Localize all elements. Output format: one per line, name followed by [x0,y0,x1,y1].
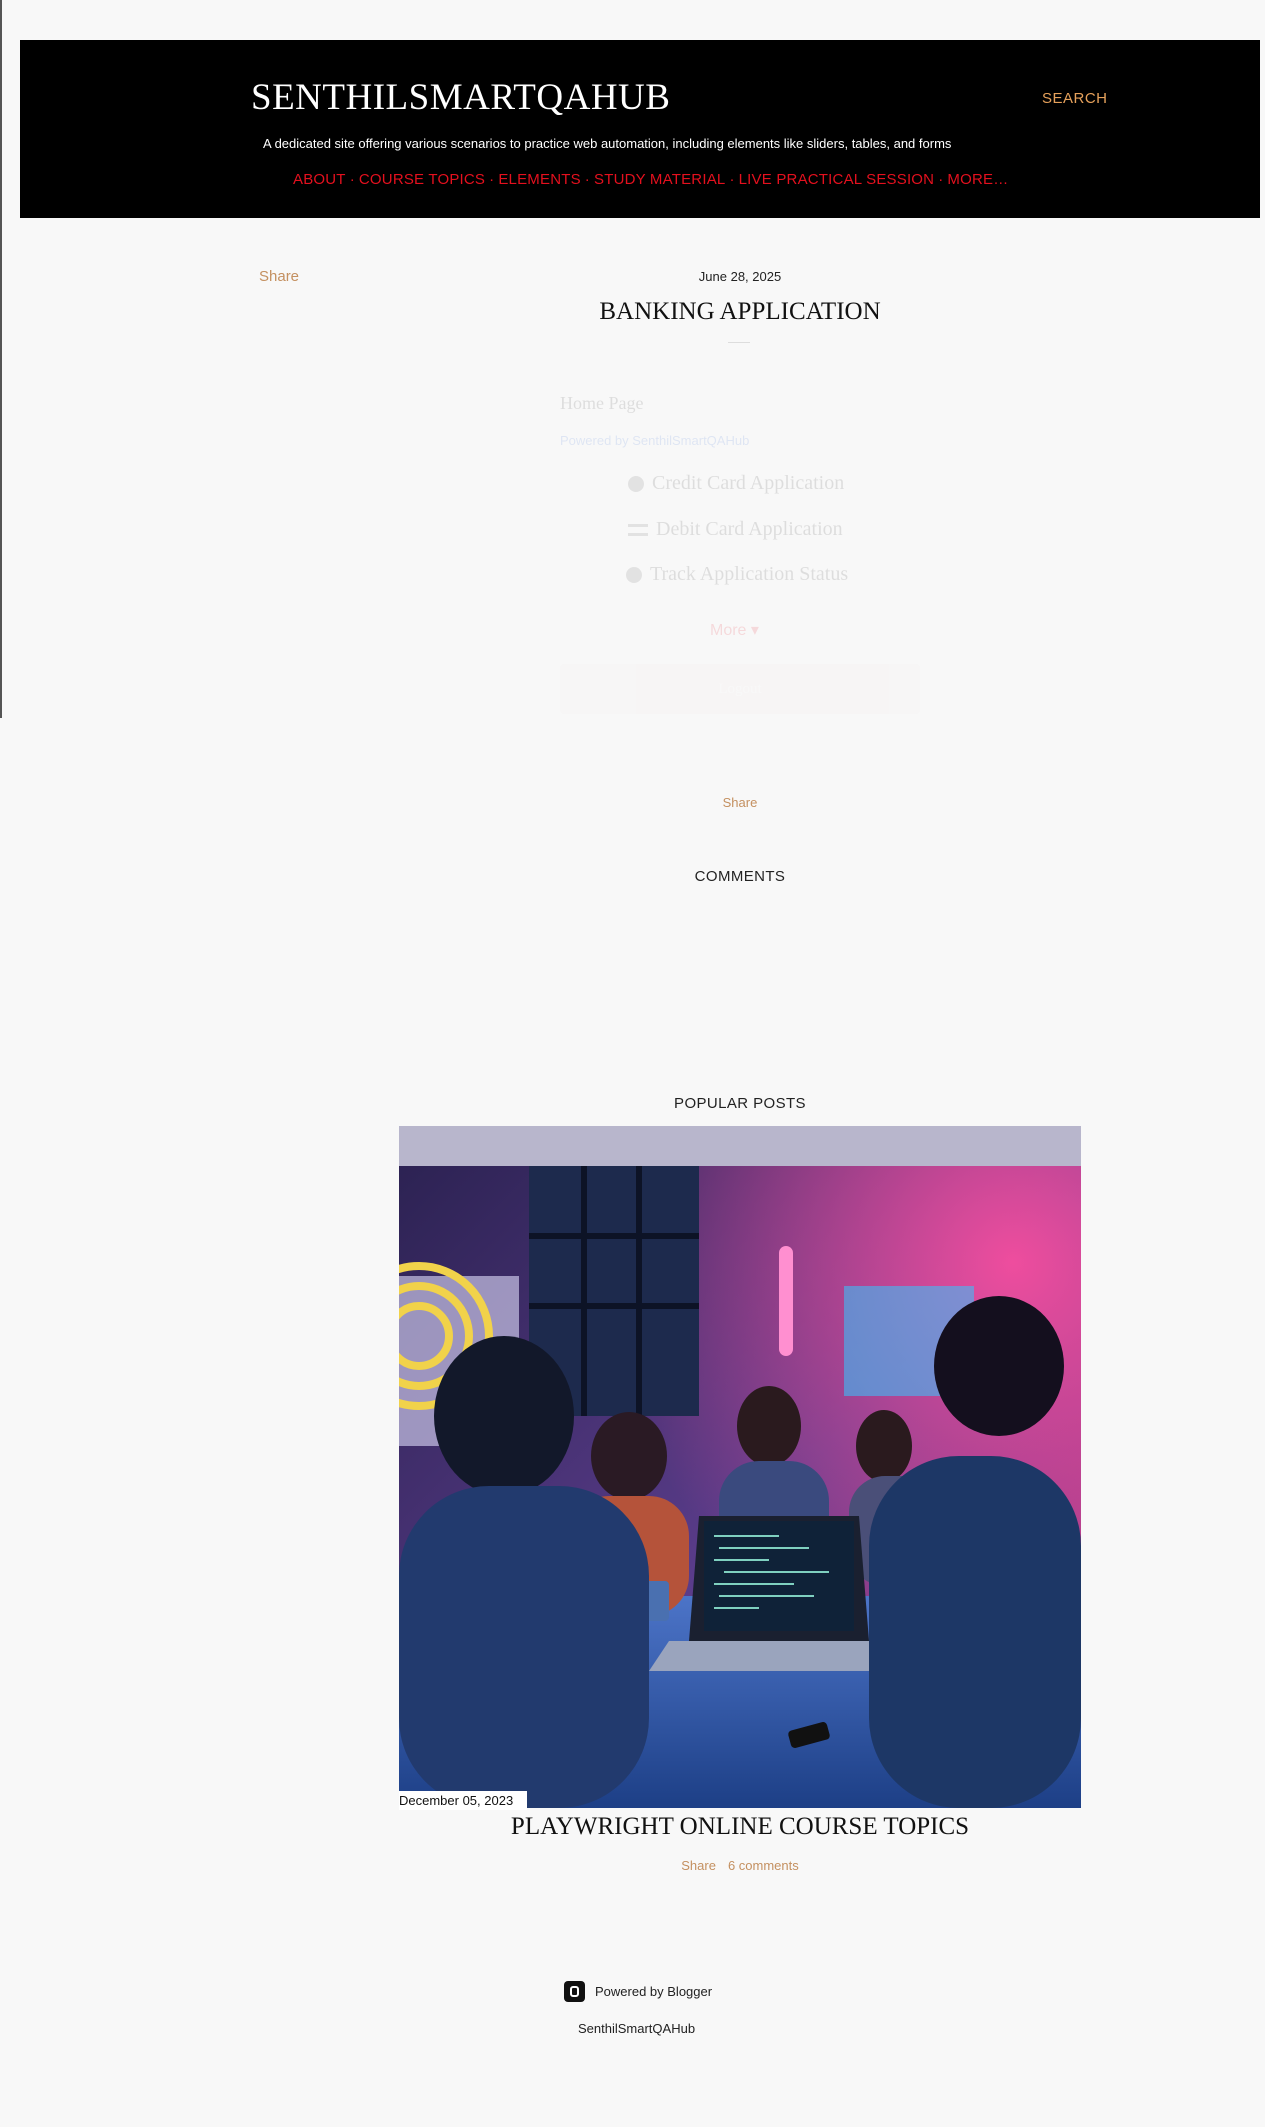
site-title[interactable]: SENTHILSMARTQAHUB [251,76,670,119]
popular-post-title[interactable]: PLAYWRIGHT ONLINE COURSE TOPICS [0,1813,1265,1841]
nav-separator: · [729,171,735,188]
team-meeting-photo [399,1126,1081,1808]
option-label: Track Application Status [650,563,849,585]
popular-posts-heading: POPULAR POSTS [674,1095,806,1112]
popular-post-comments[interactable]: 6 comments [728,1858,799,1873]
site-description: A dedicated site offering various scenar… [263,136,952,151]
post-date: June 28, 2025 [698,269,782,284]
main-nav: ABOUT · COURSE TOPICS · ELEMENTS · STUDY MATER… [293,171,1008,188]
option-label: Debit Card Application [656,518,843,540]
popular-post-image[interactable] [399,1126,1081,1808]
powered-by-label: Powered by Blogger [595,1984,713,1999]
title-divider [728,342,750,343]
nav-item-more[interactable]: MORE… [947,171,1008,188]
card-icon [628,523,648,536]
nav-item-elements[interactable]: ELEMENTS [498,171,580,188]
post-title[interactable]: BANKING APPLICATION [0,298,1265,326]
share-button-bottom[interactable]: Share [0,795,1265,810]
search-button[interactable]: SEARCH [1042,90,1108,107]
debit-card-option[interactable]: Debit Card Application [628,518,843,541]
popular-post-actions: Share 6 comments [0,1858,1265,1873]
nav-separator: · [938,171,944,188]
option-label: Credit Card Application [652,472,845,494]
nav-separator: · [584,171,590,188]
blogger-icon [564,1981,585,2002]
embed-subtitle: Powered by SenthilSmartQAHub [560,433,750,448]
track-status-option[interactable]: Track Application Status [626,563,848,586]
circle-icon [628,475,644,492]
circle-icon [626,566,642,583]
page-left-border [0,0,2,718]
nav-item-live-session[interactable]: LIVE PRACTICAL SESSION [739,171,935,188]
home-page-heading: Home Page [560,393,644,413]
popular-post-date: December 05, 2023 [399,1791,528,1810]
nav-item-study-material[interactable]: STUDY MATERIAL [594,171,725,188]
nav-item-course-topics[interactable]: COURSE TOPICS [359,171,485,188]
popular-post-share[interactable]: Share [681,1858,716,1873]
footer-site-name: SenthilSmartQAHub [578,2021,696,2036]
nav-separator: · [349,171,355,188]
more-dropdown[interactable]: More ▾ [710,620,759,640]
comments-heading: COMMENTS [694,868,786,885]
nav-separator: · [489,171,495,188]
credit-card-option[interactable]: Credit Card Application [628,472,844,495]
nav-item-about[interactable]: ABOUT [293,171,346,188]
site-header: SENTHILSMARTQAHUB SEARCH A dedicated sit… [20,40,1260,218]
powered-by-blogger[interactable]: Powered by Blogger [564,1981,712,2002]
logout-button[interactable]: Logout [560,664,920,714]
